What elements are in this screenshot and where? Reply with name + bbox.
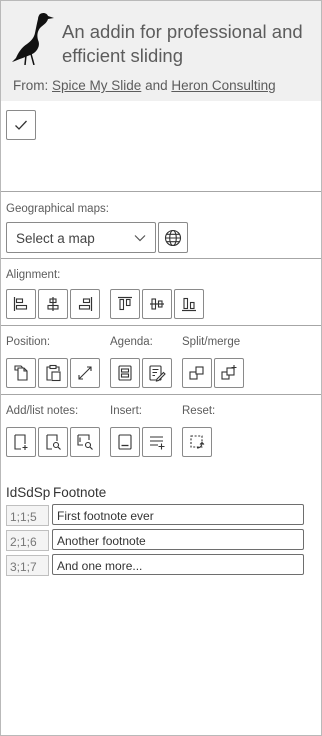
list-notes-icon (77, 434, 93, 450)
align-middle-icon (150, 298, 164, 310)
split-merge-label: Split/merge (182, 336, 241, 348)
insert-label: Insert: (110, 405, 142, 417)
tagline: An addin for professional and efficient … (62, 21, 303, 66)
align-bottom-icon (182, 297, 196, 312)
agenda-label: Agenda: (110, 336, 153, 348)
and-text: and (145, 78, 168, 93)
swap-arrows-icon (78, 366, 92, 380)
globe-button[interactable] (158, 222, 188, 253)
chevron-down-icon (134, 235, 146, 242)
agenda-icon (118, 365, 132, 381)
insert-footer-button[interactable] (110, 427, 140, 457)
globe-icon (164, 229, 182, 246)
footnote-id-cell: 1;1;5 (6, 505, 49, 526)
split-icon (189, 366, 204, 380)
column-header-id: IdSdSp (6, 485, 51, 500)
divider (1, 325, 321, 326)
align-left-icon (13, 297, 28, 311)
checkmark-button[interactable] (6, 110, 36, 140)
align-top-button[interactable] (110, 289, 140, 319)
map-select-value: Select a map (16, 231, 95, 246)
align-center-icon (47, 297, 59, 311)
align-top-icon (118, 296, 132, 311)
split-button[interactable] (182, 358, 212, 388)
align-right-icon (78, 297, 93, 311)
align-bottom-button[interactable] (174, 289, 204, 319)
column-header-footnote: Footnote (53, 485, 107, 500)
add-note-button[interactable] (6, 427, 36, 457)
copy-position-button[interactable] (6, 358, 36, 388)
align-left-button[interactable] (6, 289, 36, 319)
heron-consulting-link[interactable]: Heron Consulting (171, 78, 275, 93)
add-note-icon (14, 434, 28, 450)
divider (1, 394, 321, 395)
paste-icon (46, 364, 61, 382)
position-label: Position: (6, 336, 51, 348)
copy-icon (14, 365, 28, 381)
divider (1, 191, 321, 192)
align-center-button[interactable] (38, 289, 68, 319)
insert-list-icon (150, 436, 165, 450)
checkmark-icon (15, 120, 27, 130)
insert-list-button[interactable] (142, 427, 172, 457)
agenda-edit-button[interactable] (142, 358, 172, 388)
header: An addin for professional and efficient … (1, 1, 321, 101)
agenda-edit-icon (149, 365, 166, 382)
align-middle-button[interactable] (142, 289, 172, 319)
reset-icon (190, 435, 205, 449)
align-right-button[interactable] (70, 289, 100, 319)
find-note-icon (46, 434, 61, 450)
swap-position-button[interactable] (70, 358, 100, 388)
heron-logo-icon (12, 12, 54, 65)
map-select[interactable]: Select a map (6, 222, 156, 253)
reset-label: Reset: (182, 405, 216, 417)
from-line: From: Spice My Slide and Heron Consultin… (13, 78, 276, 93)
insert-footer-icon (118, 434, 132, 450)
reset-button[interactable] (182, 427, 212, 457)
merge-button[interactable] (214, 358, 244, 388)
notes-label: Add/list notes: (6, 405, 79, 417)
alignment-label: Alignment: (6, 269, 61, 281)
footnote-id-cell: 3;1;7 (6, 555, 49, 576)
paste-position-button[interactable] (38, 358, 68, 388)
spice-my-slide-link[interactable]: Spice My Slide (52, 78, 141, 93)
footnote-text-input[interactable]: Another footnote (52, 529, 304, 550)
maps-label: Geographical maps: (6, 203, 109, 215)
footnote-text-input[interactable]: And one more... (52, 554, 304, 575)
find-note-button[interactable] (38, 427, 68, 457)
merge-icon (221, 365, 237, 380)
agenda-button[interactable] (110, 358, 140, 388)
list-notes-button[interactable] (70, 427, 100, 457)
divider (1, 258, 321, 259)
from-label: From: (13, 78, 49, 93)
footnote-id-cell: 2;1;6 (6, 530, 49, 551)
footnote-text-input[interactable]: First footnote ever (52, 504, 304, 525)
